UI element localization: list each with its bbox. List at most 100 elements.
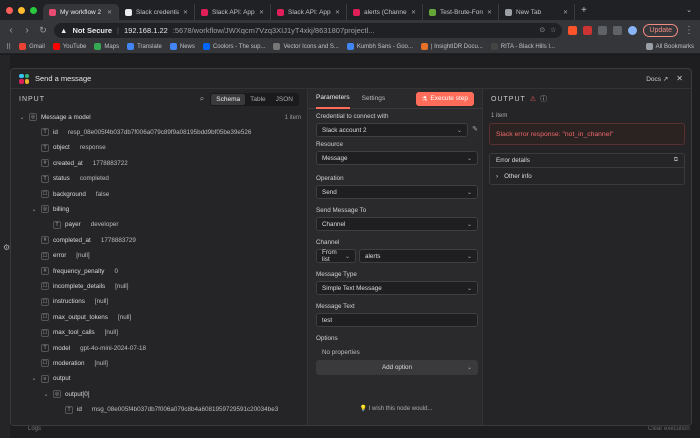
edit-pencil-icon[interactable]: ✎ — [472, 125, 478, 133]
browser-tab[interactable]: New Tab ✕ — [499, 4, 575, 20]
browser-tab[interactable]: alerts (Channel) - soc- ✕ — [347, 4, 423, 20]
clear-execution-link[interactable]: Clear execution — [648, 426, 690, 432]
logs-label[interactable]: Logs — [28, 426, 41, 432]
lens-icon[interactable]: ⊙ — [539, 26, 545, 34]
view-tab-json[interactable]: JSON — [271, 94, 298, 105]
downloads-icon[interactable] — [613, 25, 623, 35]
bookmark-item[interactable]: | InsightIDR Docu... — [420, 43, 483, 50]
expand-chevron-icon[interactable]: ⌄ — [43, 391, 49, 398]
profile-avatar[interactable] — [628, 25, 638, 35]
browser-tab[interactable]: My workflow 2 - ✕ — [43, 4, 119, 20]
docs-link[interactable]: Docs ↗ — [646, 75, 668, 83]
schema-row[interactable]: ☐ max_output_tokens [null] — [31, 311, 131, 323]
bookmark-star-icon[interactable]: ☆ — [550, 26, 556, 34]
channel-mode-value: From list — [322, 249, 337, 263]
zoom-window-button[interactable] — [30, 6, 37, 14]
execute-step-button[interactable]: ⚗ Execute step — [415, 91, 474, 106]
schema-row[interactable]: Tstatus completed — [31, 173, 109, 185]
url-field[interactable]: ▲ Not Secure | 192.168.1.22:5678/workflo… — [54, 22, 563, 38]
warning-icon: ▲ — [60, 25, 68, 35]
resource-select[interactable]: Message ⌄ — [316, 151, 478, 165]
schema-row[interactable]: ☐ incomplete_details [null] — [31, 280, 128, 292]
send-to-select[interactable]: Channel ⌄ — [316, 217, 478, 231]
resource-field: Resource Message ⌄ — [316, 141, 478, 165]
channel-mode-select[interactable]: From list ⌄ — [316, 249, 356, 263]
reload-icon[interactable]: ↻ — [38, 25, 48, 36]
close-tab-icon[interactable]: ✕ — [487, 9, 492, 16]
options-field: Options No properties Add option ⌄ — [316, 335, 478, 375]
back-arrow-icon[interactable]: ‹ — [6, 25, 16, 36]
copy-icon[interactable]: ⧉ — [674, 157, 678, 164]
bookmark-item[interactable]: Gmail — [19, 43, 45, 50]
browser-tab[interactable]: Slack API: Applications ✕ — [271, 4, 347, 20]
message-type-select[interactable]: Simple Text Message ⌄ — [316, 281, 478, 295]
schema-row[interactable]: Tobject response — [31, 142, 106, 154]
schema-row[interactable]: ⌄ ◎ billing — [31, 203, 79, 215]
new-tab-button[interactable]: + — [575, 5, 593, 16]
puzzle-extension-icon[interactable] — [598, 25, 608, 35]
view-tab-schema[interactable]: Schema — [211, 93, 246, 105]
forward-arrow-icon[interactable]: › — [22, 25, 32, 36]
operation-select[interactable]: Send ⌄ — [316, 185, 478, 199]
view-tab-table[interactable]: Table — [245, 94, 271, 105]
schema-row[interactable]: Tid resp_08e005f4b037db7f006a079c89f9a081… — [31, 126, 251, 138]
apps-grid-icon[interactable]: ⠿ — [6, 43, 11, 51]
other-info-toggle[interactable]: › Other info — [490, 168, 684, 184]
all-bookmarks-link[interactable]: All Bookmarks — [645, 43, 694, 50]
expand-chevron-icon[interactable]: ⌄ — [31, 206, 37, 213]
tab-settings[interactable]: Settings — [362, 89, 386, 109]
schema-row[interactable]: ☐ moderation [null] — [31, 357, 108, 369]
bookmark-item[interactable]: Kumbh Sans - Goo... — [346, 43, 413, 50]
expand-chevron-icon[interactable]: ⌄ — [19, 114, 25, 121]
schema-value: 0 — [114, 267, 118, 275]
schema-row[interactable]: Tid msg_08e005f4b037db7f006a079c8b4a60819… — [55, 404, 278, 416]
schema-row[interactable]: ⌄ ◎ output[0] — [43, 388, 100, 400]
close-window-button[interactable] — [6, 6, 13, 14]
search-icon[interactable]: ⌕ — [200, 94, 204, 104]
schema-row[interactable]: ☐ background false — [31, 188, 109, 200]
close-tab-icon[interactable]: ✕ — [335, 9, 340, 16]
bookmark-favicon-icon — [127, 43, 135, 50]
close-tab-icon[interactable]: ✕ — [411, 9, 416, 16]
browser-tab[interactable]: Slack credentials | n8n ✕ — [119, 4, 195, 20]
close-tab-icon[interactable]: ✕ — [563, 9, 568, 16]
browser-tab[interactable]: Test-Brute-Force | Splu ✕ — [423, 4, 499, 20]
close-tab-icon[interactable]: ✕ — [107, 9, 112, 16]
browser-tab[interactable]: Slack API: Applications ✕ — [195, 4, 271, 20]
update-button[interactable]: Update — [643, 23, 678, 37]
bookmark-item[interactable]: Maps — [94, 43, 119, 50]
kebab-menu-icon[interactable]: ⋮ — [684, 25, 694, 36]
schema-row[interactable]: ☐ instructions [null] — [31, 296, 108, 308]
schema-row[interactable]: Tpayer developer — [43, 219, 118, 231]
brave-shield-icon[interactable] — [568, 25, 578, 35]
bookmark-item[interactable]: News — [169, 43, 195, 50]
bookmark-item[interactable]: Translate — [127, 43, 162, 50]
schema-row[interactable]: # frequency_penalty 0 — [31, 265, 118, 277]
bookmark-item[interactable]: Coolors - The sup... — [202, 43, 265, 50]
modal-title[interactable]: Send a message — [35, 74, 91, 83]
message-text-input[interactable]: test — [316, 313, 478, 327]
schema-row[interactable]: ⌄ ◎ Message a model — [19, 111, 101, 123]
tab-search-chevron-icon[interactable]: ⌄ — [686, 6, 692, 14]
channel-select[interactable]: alerts ⌄ — [359, 249, 478, 263]
feedback-link[interactable]: 💡 I wish this node would... — [308, 405, 484, 412]
schema-row[interactable]: # completed_at 1778883729 — [31, 234, 136, 246]
info-icon[interactable]: ⓘ — [540, 94, 547, 104]
extension-icon[interactable] — [583, 25, 593, 35]
add-option-button[interactable]: Add option ⌄ — [316, 360, 478, 375]
schema-row[interactable]: Tmodel gpt-4o-mini-2024-07-18 — [31, 342, 146, 354]
close-icon[interactable]: ✕ — [676, 74, 683, 83]
expand-chevron-icon[interactable]: ⌄ — [31, 375, 37, 382]
bookmark-item[interactable]: YouTube — [52, 43, 86, 50]
schema-row[interactable]: ⌄ ≡ output — [31, 373, 81, 385]
close-tab-icon[interactable]: ✕ — [183, 9, 188, 16]
schema-row[interactable]: # created_at 1778883722 — [31, 157, 128, 169]
close-tab-icon[interactable]: ✕ — [259, 9, 264, 16]
tab-parameters[interactable]: Parameters — [316, 89, 350, 109]
bookmark-item[interactable]: RITA - Black Hills I... — [490, 43, 555, 50]
bookmark-item[interactable]: Vector Icons and S... — [273, 43, 339, 50]
credential-select[interactable]: Slack account 2 ⌄ — [316, 123, 468, 137]
minimize-window-button[interactable] — [18, 6, 25, 14]
schema-row[interactable]: ☐ error [null] — [31, 250, 90, 262]
schema-row[interactable]: ☐ max_tool_calls [null] — [31, 327, 118, 339]
